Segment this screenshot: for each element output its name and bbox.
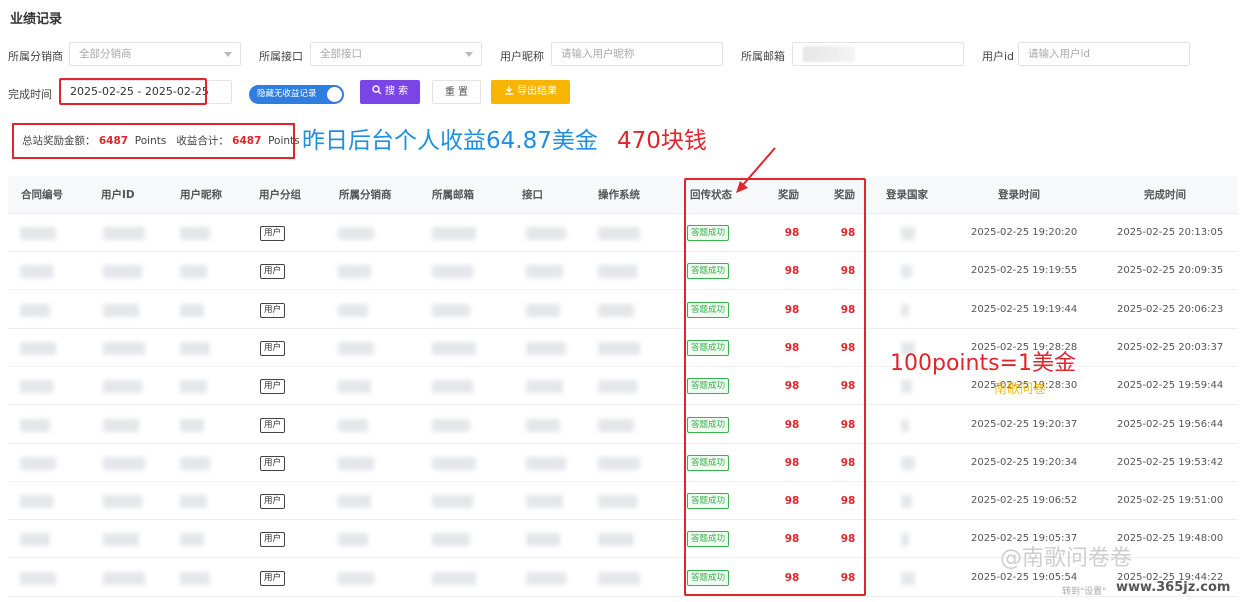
watermark-big: @南歌问卷卷	[1000, 546, 1133, 571]
points-conversion-annotation: 100points=1美金	[890, 351, 1076, 376]
watermark-small: 南歌问卷	[994, 382, 1047, 397]
watermark-site: www.365jz.com	[1116, 580, 1231, 595]
annotation-arrow-icon	[736, 147, 776, 193]
watermark-hint: 转到"设置"	[1062, 587, 1107, 597]
performance-records-page: 业绩记录 所属分销商 全部分销商 所属接口 全部接口 用户昵称 请输入用户昵称 …	[0, 0, 1242, 602]
